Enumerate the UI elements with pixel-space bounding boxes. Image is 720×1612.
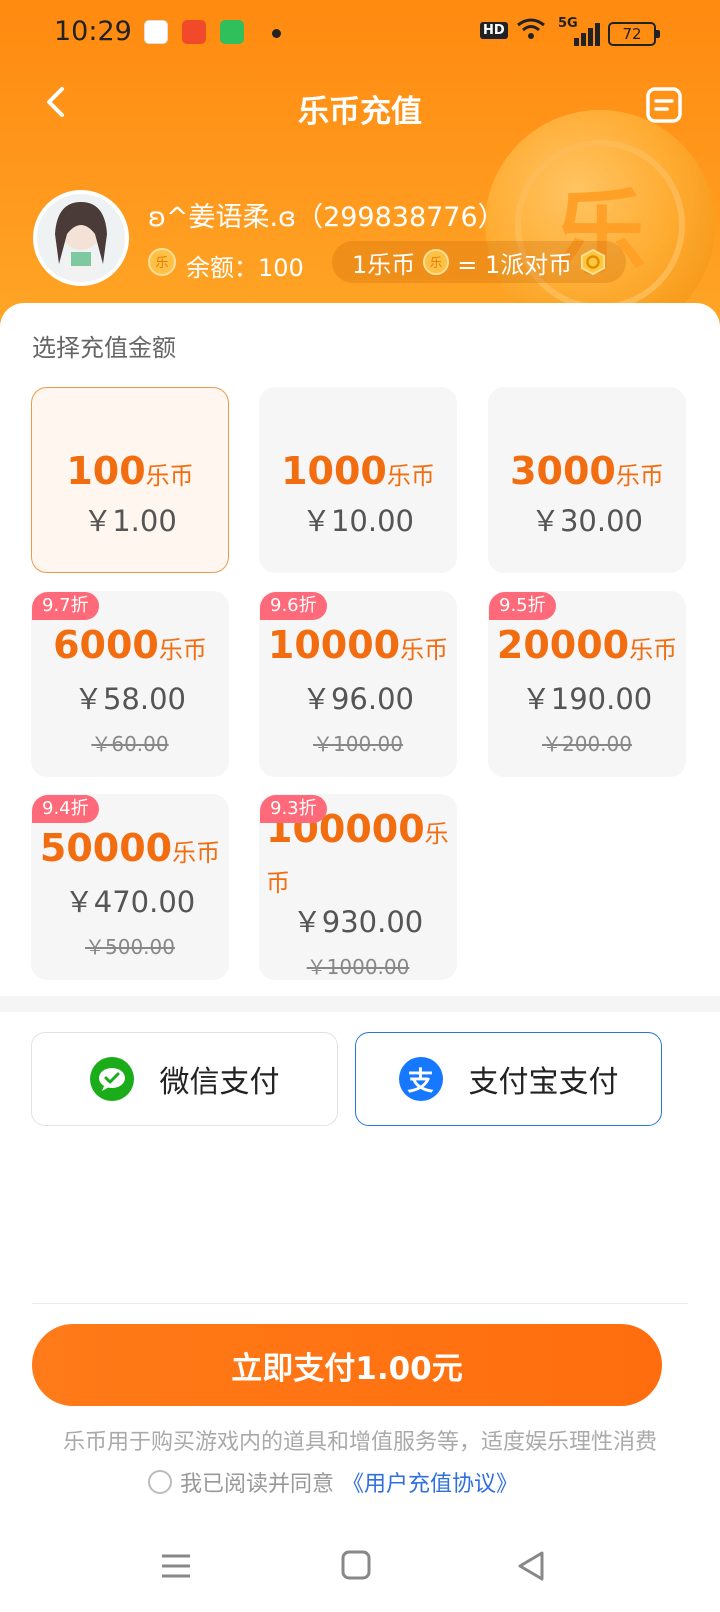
package-unit: 乐币 xyxy=(400,636,449,664)
package-price: ￥470.00 xyxy=(64,885,196,919)
package-amount: 6000 xyxy=(53,623,159,667)
agreement-link[interactable]: 《用户充值协议》 xyxy=(342,1466,518,1498)
usage-note: 乐币用于购买游戏内的道具和增值服务等，适度娱乐理性消费 xyxy=(62,1430,657,1455)
back-nav-button[interactable] xyxy=(512,1548,552,1584)
section-title: 选择充值金额 xyxy=(32,334,176,362)
triangle-back-icon xyxy=(518,1551,544,1581)
original-price: ￥60.00 xyxy=(91,732,169,756)
home-square-icon xyxy=(341,1550,371,1580)
package-amount: 50000 xyxy=(39,826,173,870)
package-amount: 1000 xyxy=(281,449,387,493)
signal-icon xyxy=(560,22,600,46)
user-name: ʚ^姜语柔.ɞ（299838776） xyxy=(148,202,505,233)
package-amount: 20000 xyxy=(496,623,630,667)
exchange-rate-badge: 1乐币 乐 = 1派对币 xyxy=(332,241,627,283)
package-card-3000[interactable]: 3000乐币 ￥30.00 xyxy=(488,387,686,573)
package-unit: 乐币 xyxy=(615,462,664,490)
package-amount: 3000 xyxy=(510,449,616,493)
package-card-20000[interactable]: 9.5折 20000乐币 ￥190.00 ￥200.00 xyxy=(488,591,686,777)
package-card-100[interactable]: 100乐币 ￥1.00 xyxy=(31,387,229,573)
menu-icon xyxy=(162,1554,190,1578)
balance-text: 余额：100 xyxy=(186,254,304,282)
discount-badge: 9.5折 xyxy=(489,592,556,620)
alipay-option[interactable]: 支 支付宝支付 xyxy=(355,1032,662,1126)
more-notifications-icon xyxy=(272,29,281,38)
package-card-100000[interactable]: 100000乐币 9.3折 ￥930.00 ￥1000.00 xyxy=(259,794,457,980)
home-nav-button[interactable] xyxy=(336,1548,376,1584)
svg-text:乐: 乐 xyxy=(155,256,168,271)
package-amount: 10000 xyxy=(267,623,401,667)
original-price: ￥100.00 xyxy=(313,732,403,756)
package-amount: 100 xyxy=(66,449,146,493)
hd-icon: HD xyxy=(480,22,508,39)
discount-badge: 9.3折 xyxy=(260,795,327,823)
discount-badge: 9.6折 xyxy=(260,592,327,620)
pay-now-button[interactable]: 立即支付1.00元 xyxy=(32,1324,662,1406)
rate-left-text: 1乐币 xyxy=(352,250,416,279)
original-price: ￥200.00 xyxy=(542,732,632,756)
package-unit: 乐币 xyxy=(145,462,194,490)
message-app-icon xyxy=(220,20,244,44)
package-unit: 乐币 xyxy=(172,839,221,867)
package-unit: 乐币 xyxy=(629,636,678,664)
package-card-1000[interactable]: 1000乐币 ￥10.00 xyxy=(259,387,457,573)
battery-icon: 72 xyxy=(608,22,660,46)
package-price: ￥930.00 xyxy=(292,905,424,939)
decorative-coin-icon: 乐 xyxy=(485,110,715,330)
page-title: 乐币充值 xyxy=(298,94,422,130)
wechat-icon xyxy=(89,1057,134,1101)
package-card-10000[interactable]: 9.6折 10000乐币 ￥96.00 ￥100.00 xyxy=(259,591,457,777)
recharge-record-button[interactable] xyxy=(645,86,683,124)
discount-badge: 9.4折 xyxy=(32,795,99,823)
package-price: ￥190.00 xyxy=(521,682,653,716)
agree-checkbox[interactable] xyxy=(148,1470,172,1494)
package-price: ￥58.00 xyxy=(73,682,187,716)
rate-right-text: = 1派对币 xyxy=(457,250,573,279)
party-coin-icon xyxy=(581,249,606,275)
divider xyxy=(32,1303,688,1304)
coin-icon: 乐 xyxy=(148,248,176,276)
notification-app-icon xyxy=(144,20,168,44)
status-bar: 10:29 HD 5G 72 xyxy=(0,0,720,66)
agree-text: 我已阅读并同意 xyxy=(180,1472,335,1497)
agreement-row: 我已阅读并同意 《用户充值协议》 xyxy=(148,1466,518,1498)
wifi-icon xyxy=(516,17,546,47)
svg-text:乐: 乐 xyxy=(430,256,442,270)
section-divider xyxy=(0,996,720,1012)
package-price: ￥96.00 xyxy=(301,682,415,716)
original-price: ￥1000.00 xyxy=(306,955,410,979)
avatar xyxy=(33,190,129,286)
status-time: 10:29 xyxy=(54,16,132,47)
package-card-6000[interactable]: 9.7折 6000乐币 ￥58.00 ￥60.00 xyxy=(31,591,229,777)
wechat-pay-option[interactable]: 微信支付 xyxy=(31,1032,338,1126)
package-unit: 乐币 xyxy=(386,462,435,490)
record-list-icon xyxy=(646,87,682,123)
package-price: ￥10.00 xyxy=(301,504,415,538)
discount-badge: 9.7折 xyxy=(32,592,99,620)
alipay-label: 支付宝支付 xyxy=(468,1065,619,1100)
package-price: ￥30.00 xyxy=(530,504,644,538)
wechat-pay-label: 微信支付 xyxy=(159,1065,280,1100)
package-price: ￥1.00 xyxy=(83,504,177,538)
video-app-icon xyxy=(182,20,206,44)
original-price: ￥500.00 xyxy=(85,935,175,959)
package-unit: 乐币 xyxy=(158,636,207,664)
package-card-50000[interactable]: 9.4折 50000乐币 ￥470.00 ￥500.00 xyxy=(31,794,229,980)
coin-icon: 乐 xyxy=(423,249,450,275)
alipay-icon: 支 xyxy=(398,1057,443,1101)
system-navigation-bar xyxy=(0,1540,720,1590)
menu-nav-button[interactable] xyxy=(156,1548,196,1584)
